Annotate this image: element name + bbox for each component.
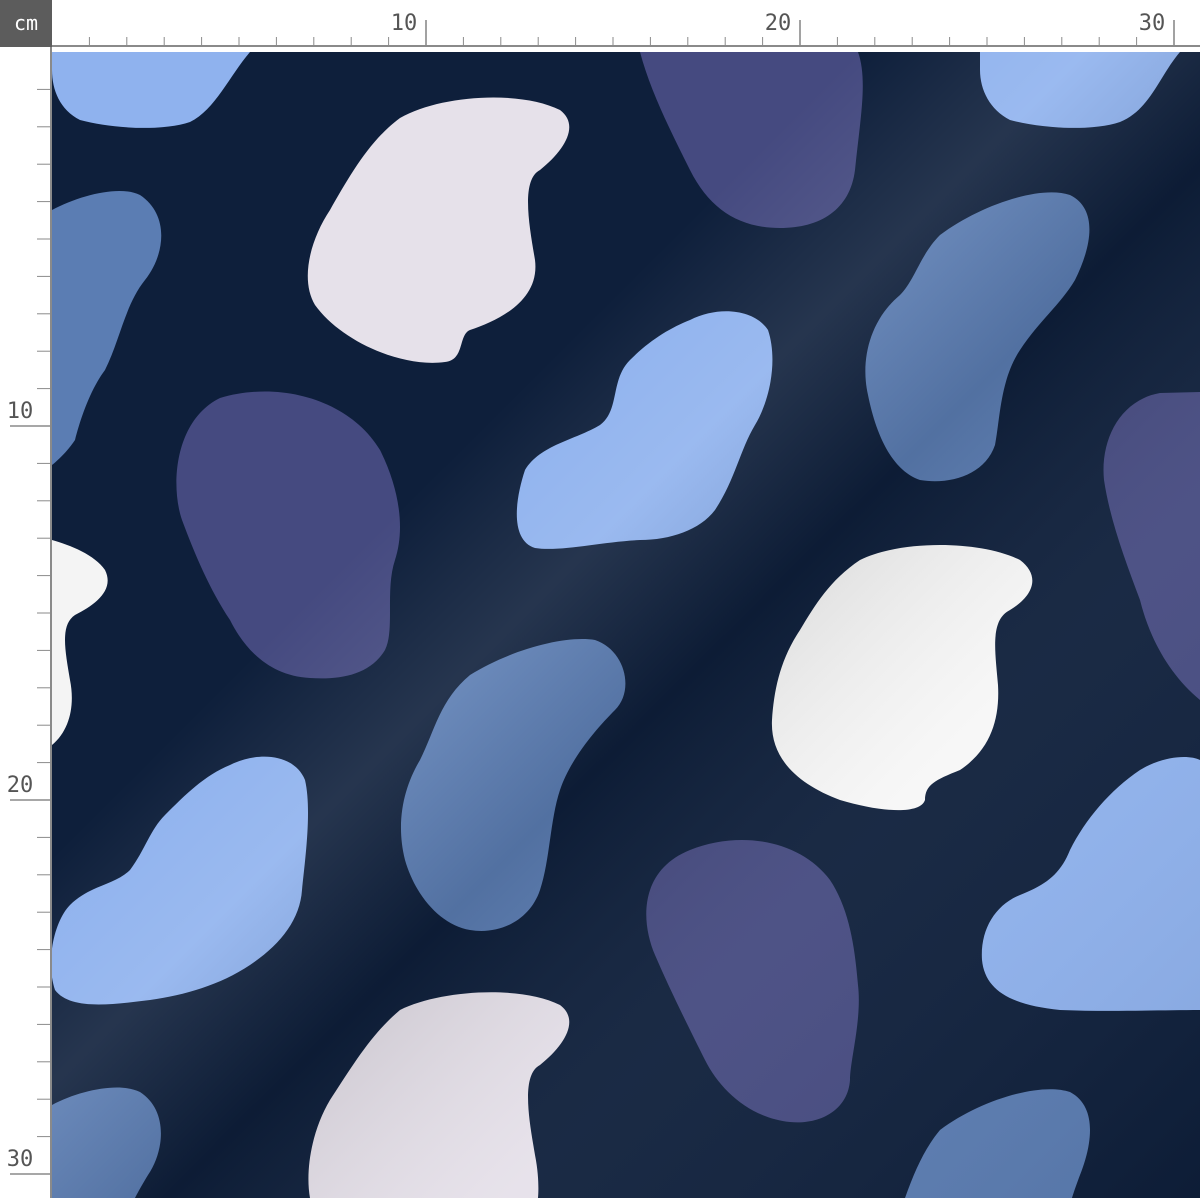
fabric-swatch bbox=[52, 52, 1200, 1198]
left-ruler-label-10: 10 bbox=[7, 399, 34, 424]
fabric-sheen bbox=[52, 52, 1200, 1198]
left-ruler-label-20: 20 bbox=[7, 773, 34, 798]
top-ruler-label-10: 10 bbox=[391, 11, 418, 36]
left-ruler-label-30: 30 bbox=[7, 1147, 34, 1172]
top-ruler-label-30: 30 bbox=[1139, 11, 1166, 36]
left-ruler-ticks bbox=[10, 88, 50, 1175]
top-ruler: 10 20 30 bbox=[88, 11, 1175, 47]
unit-label: cm bbox=[0, 0, 52, 47]
left-ruler: 10 20 30 bbox=[7, 88, 50, 1175]
top-ruler-label-20: 20 bbox=[765, 11, 792, 36]
top-ruler-ticks bbox=[88, 20, 1175, 47]
